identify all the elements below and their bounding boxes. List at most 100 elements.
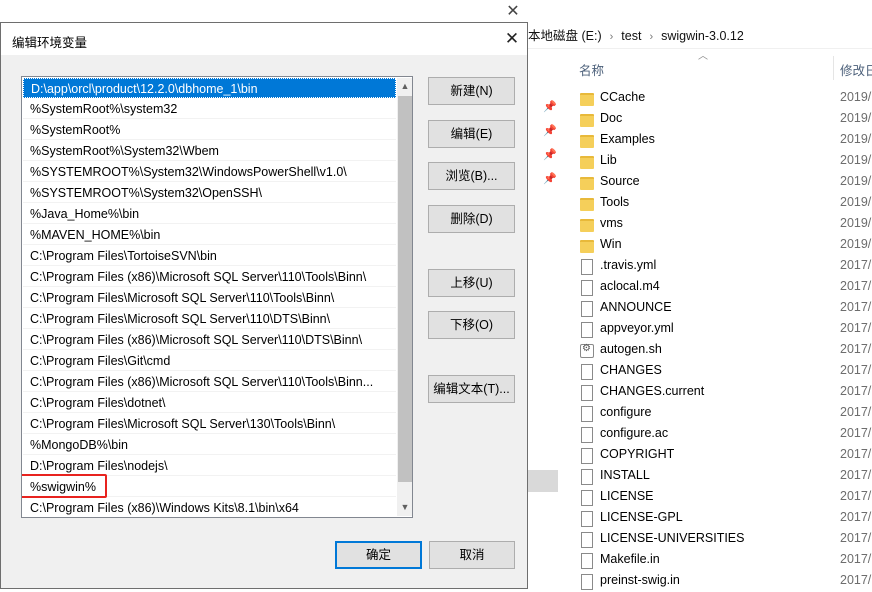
breadcrumb-item-test[interactable]: test: [621, 26, 641, 46]
move-down-button[interactable]: 下移(O): [428, 311, 515, 339]
file-name: Makefile.in: [600, 552, 660, 566]
path-entry-row[interactable]: C:\Program Files\Microsoft SQL Server\13…: [23, 414, 396, 434]
file-list-item[interactable]: configure 2017/: [578, 403, 872, 424]
file-list-item[interactable]: CCache 2019/: [578, 88, 872, 109]
scroll-down-icon[interactable]: ▼: [397, 499, 412, 516]
document-icon: [581, 364, 593, 380]
explorer-close-icon[interactable]: ✕: [496, 0, 530, 24]
browse-button[interactable]: 浏览(B)...: [428, 162, 515, 190]
document-icon: [581, 259, 593, 275]
folder-icon: [580, 156, 594, 169]
path-entry-row[interactable]: C:\Program Files\Microsoft SQL Server\11…: [23, 288, 396, 308]
ok-button[interactable]: 确定: [335, 541, 422, 569]
file-name: configure: [600, 405, 652, 419]
file-date: 2017/: [840, 384, 872, 398]
file-list-item[interactable]: configure.ac 2017/: [578, 424, 872, 445]
cancel-button[interactable]: 取消: [429, 541, 515, 569]
file-list: CCache 2019/Doc 2019/Examples 2019/Lib 2019/…: [578, 88, 872, 592]
path-entry-row[interactable]: %SystemRoot%: [23, 120, 396, 140]
file-list-item[interactable]: COPYRIGHT 2017/: [578, 445, 872, 466]
file-date: 2017/: [840, 468, 872, 482]
vertical-scrollbar[interactable]: ▲ ▼: [397, 78, 412, 516]
breadcrumb-separator-icon[interactable]: ›: [610, 27, 614, 47]
edit-button[interactable]: 编辑(E): [428, 120, 515, 148]
new-button[interactable]: 新建(N): [428, 77, 515, 105]
column-header-name[interactable]: 名称: [579, 60, 604, 79]
file-list-item[interactable]: LICENSE-GPL 2017/: [578, 508, 872, 529]
file-name: appveyor.yml: [600, 321, 674, 335]
column-separator[interactable]: [833, 56, 834, 80]
move-up-button[interactable]: 上移(U): [428, 269, 515, 297]
breadcrumb-item-swigwin[interactable]: swigwin-3.0.12: [661, 26, 744, 46]
path-entry-row[interactable]: C:\Program Files (x86)\Microsoft SQL Ser…: [23, 330, 396, 350]
path-entry-row[interactable]: C:\Program Files (x86)\Microsoft SQL Ser…: [23, 372, 396, 392]
path-entry-row[interactable]: %MongoDB%\bin: [23, 435, 396, 455]
breadcrumb: 本地磁盘 (E:) › test › swigwin-3.0.12: [528, 26, 744, 46]
path-entry-row[interactable]: C:\Program Files (x86)\Windows Kits\8.1\…: [23, 498, 396, 517]
file-name: Tools: [600, 195, 630, 209]
file-list-item[interactable]: INSTALL 2017/: [578, 466, 872, 487]
file-name: INSTALL: [600, 468, 650, 482]
path-entry-row[interactable]: C:\Program Files (x86)\Microsoft SQL Ser…: [23, 267, 396, 287]
file-date: 2017/: [840, 552, 872, 566]
scrollbar-thumb[interactable]: [398, 96, 412, 482]
file-date: 2017/: [840, 447, 872, 461]
folder-icon: [580, 135, 594, 148]
file-list-item[interactable]: Win 2019/: [578, 235, 872, 256]
file-list-item[interactable]: autogen.sh 2017/: [578, 340, 872, 361]
path-entry-row[interactable]: %SystemRoot%\system32: [23, 99, 396, 119]
file-list-item[interactable]: CHANGES.current 2017/: [578, 382, 872, 403]
file-name: preinst-swig.in: [600, 573, 680, 587]
dialog-titlebar[interactable]: 编辑环境变量 ✕: [1, 23, 527, 55]
file-list-item[interactable]: aclocal.m4 2017/: [578, 277, 872, 298]
breadcrumb-separator-icon[interactable]: ›: [649, 27, 653, 47]
file-date: 2017/: [840, 510, 872, 524]
path-entry-row[interactable]: C:\Program Files\TortoiseSVN\bin: [23, 246, 396, 266]
path-entry-row[interactable]: C:\Program Files\dotnet\: [23, 393, 396, 413]
delete-button[interactable]: 删除(D): [428, 205, 515, 233]
path-entry-row[interactable]: %SYSTEMROOT%\System32\OpenSSH\: [23, 183, 396, 203]
path-entry-row[interactable]: D:\app\orcl\product\12.2.0\dbhome_1\bin: [23, 78, 396, 98]
path-entry-row[interactable]: %Java_Home%\bin: [23, 204, 396, 224]
close-icon[interactable]: ✕: [497, 25, 527, 53]
column-header-date[interactable]: 修改日: [840, 60, 872, 79]
path-entry-row[interactable]: %SystemRoot%\System32\Wbem: [23, 141, 396, 161]
edit-text-button[interactable]: 编辑文本(T)...: [428, 375, 515, 403]
file-list-item[interactable]: ANNOUNCE 2017/: [578, 298, 872, 319]
file-list-item[interactable]: LICENSE 2017/: [578, 487, 872, 508]
file-list-item[interactable]: CHANGES 2017/: [578, 361, 872, 382]
path-entry-row[interactable]: D:\Program Files\nodejs\: [23, 456, 396, 476]
pin-icon: 📌: [543, 101, 557, 113]
file-name: Source: [600, 174, 640, 188]
file-list-item[interactable]: appveyor.yml 2017/: [578, 319, 872, 340]
file-date: 2017/: [840, 321, 872, 335]
file-date: 2017/: [840, 363, 872, 377]
file-list-item[interactable]: Tools 2019/: [578, 193, 872, 214]
path-entry-row[interactable]: %MAVEN_HOME%\bin: [23, 225, 396, 245]
folder-icon: [580, 114, 594, 127]
path-entries-list[interactable]: D:\app\orcl\product\12.2.0\dbhome_1\bin%…: [21, 76, 413, 518]
file-list-item[interactable]: Makefile.in 2017/: [578, 550, 872, 571]
file-list-item[interactable]: Lib 2019/: [578, 151, 872, 172]
document-icon: [581, 280, 593, 296]
file-list-item[interactable]: vms 2019/: [578, 214, 872, 235]
file-name: ANNOUNCE: [600, 300, 672, 314]
document-icon: [581, 322, 593, 338]
path-entry-row[interactable]: C:\Program Files\Git\cmd: [23, 351, 396, 371]
file-date: 2017/: [840, 300, 872, 314]
file-name: LICENSE-UNIVERSITIES: [600, 531, 745, 545]
file-name: autogen.sh: [600, 342, 662, 356]
file-list-item[interactable]: Source 2019/: [578, 172, 872, 193]
file-list-item[interactable]: LICENSE-UNIVERSITIES 2017/: [578, 529, 872, 550]
path-entry-row[interactable]: %SYSTEMROOT%\System32\WindowsPowerShell\…: [23, 162, 396, 182]
file-date: 2017/: [840, 426, 872, 440]
document-icon: [581, 511, 593, 527]
path-entry-row[interactable]: C:\Program Files\Microsoft SQL Server\11…: [23, 309, 396, 329]
navigation-selected-item[interactable]: [528, 470, 558, 492]
breadcrumb-item-drive[interactable]: 本地磁盘 (E:): [528, 26, 602, 46]
file-list-item[interactable]: .travis.yml 2017/: [578, 256, 872, 277]
file-date: 2019/: [840, 111, 872, 125]
file-list-item[interactable]: Doc 2019/: [578, 109, 872, 130]
scroll-up-icon[interactable]: ▲: [397, 78, 412, 95]
file-list-item[interactable]: Examples 2019/: [578, 130, 872, 151]
